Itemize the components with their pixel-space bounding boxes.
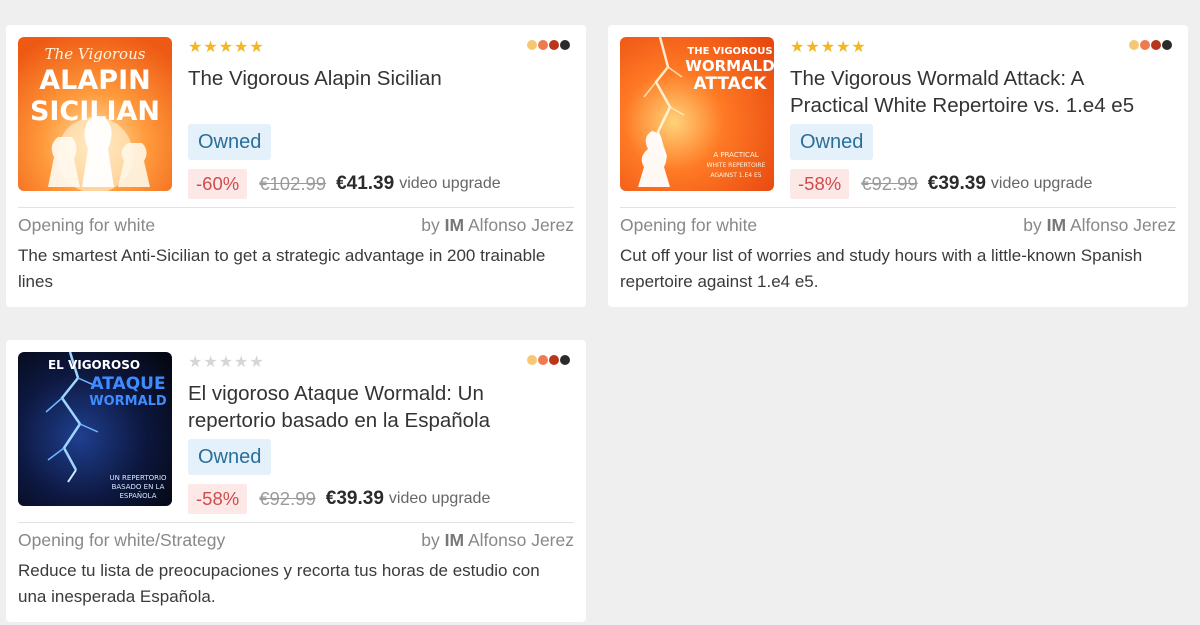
rating-stars: ★ ★ ★ ★ ★ [188,39,264,55]
author-title: IM [444,215,465,235]
cover-text: The Vigorous [45,45,146,63]
owned-badge: Owned [790,124,874,160]
cover-text: ALAPIN [39,65,150,96]
divider [18,207,574,208]
difficulty-dots [527,40,570,50]
difficulty-dot-icon [560,355,570,365]
cover-text: AGAINST 1.E4 E5 [710,172,761,179]
course-category: Opening for white/Strategy [18,530,226,550]
course-title[interactable]: The Vigorous Alapin Sicilian [188,65,558,92]
star-icon: ★ [188,352,203,371]
course-description: The smartest Anti-Sicilian to get a stra… [18,246,546,291]
cover-text: ATAQUE [90,374,165,394]
star-icon: ★ [234,37,249,56]
star-icon: ★ [805,37,820,56]
star-icon: ★ [218,37,234,56]
cover-text: WHITE REPERTOIRE [707,162,766,169]
price-row: -58% €92.99 €39.39 video upgrade [188,484,490,514]
old-price: €102.99 [259,173,327,194]
star-icon: ★ [218,352,234,371]
course-cover-image[interactable]: The Vigorous ALAPIN SICILIAN [18,37,172,191]
difficulty-dot-icon [527,40,537,50]
author-prefix: by [421,215,440,235]
star-icon: ★ [203,352,218,371]
star-icon: ★ [836,37,851,56]
difficulty-dot-icon [538,40,548,50]
owned-badge: Owned [188,124,272,160]
rating-stars: ★ ★ ★ ★ ★ [188,354,264,370]
old-price: €92.99 [861,173,918,194]
course-card[interactable]: The Vigorous ALAPIN SICILIAN ★ ★ ★ ★ ★ The V… [6,25,586,307]
star-icon: ★ [790,37,805,56]
difficulty-dot-icon [1140,40,1150,50]
difficulty-dot-icon [1162,40,1172,50]
new-price: €39.39 [927,173,986,194]
author-name[interactable]: Alfonso Jerez [1070,215,1176,235]
rating-stars: ★ ★ ★ ★ ★ [790,39,866,55]
cover-text: WORMALD [685,57,774,75]
course-title[interactable]: The Vigorous Wormald Attack: A Practical… [790,65,1160,119]
course-author[interactable]: by IM Alfonso Jerez [421,528,574,552]
author-prefix: by [1023,215,1042,235]
author-prefix: by [421,530,440,550]
new-price: €41.39 [336,173,395,194]
discount-badge: -60% [188,169,248,199]
difficulty-dot-icon [1129,40,1139,50]
cover-text: SICILIAN [30,96,160,127]
cover-text: THE VIGOROUS [687,46,772,57]
course-card[interactable]: THE VIGOROUS WORMALD ATTACK A PRACTICAL … [608,25,1188,307]
difficulty-dot-icon [549,40,559,50]
difficulty-dots [527,355,570,365]
course-description: Cut off your list of worries and study h… [620,246,1143,291]
owned-badge: Owned [188,439,272,475]
cover-text: WORMALD [89,394,167,409]
price-row: -60% €102.99 €41.39 video upgrade [188,169,501,199]
price-row: -58% €92.99 €39.39 video upgrade [790,169,1092,199]
difficulty-dot-icon [560,40,570,50]
course-author[interactable]: by IM Alfonso Jerez [421,213,574,237]
star-icon: ★ [203,37,218,56]
star-icon: ★ [188,37,203,56]
upgrade-label: video upgrade [388,490,491,507]
cover-text: ESPAÑOLA [119,491,156,500]
author-title: IM [1046,215,1067,235]
divider [620,207,1176,208]
discount-badge: -58% [790,169,850,199]
star-icon: ★ [249,37,264,56]
course-title[interactable]: El vigoroso Ataque Wormald: Un repertori… [188,380,558,434]
author-title: IM [444,530,465,550]
star-icon: ★ [234,352,249,371]
cover-text: EL VIGOROSO [48,358,140,372]
author-name[interactable]: Alfonso Jerez [468,530,574,550]
star-icon: ★ [249,352,264,371]
difficulty-dot-icon [527,355,537,365]
cover-text: BASADO EN LA [112,483,165,491]
course-description: Reduce tu lista de preocupaciones y reco… [18,561,540,606]
new-price: €39.39 [325,488,384,509]
difficulty-dot-icon [549,355,559,365]
discount-badge: -58% [188,484,248,514]
cover-text: ATTACK [694,74,768,94]
cover-text: A PRACTICAL [713,151,758,159]
old-price: €92.99 [259,488,316,509]
star-icon: ★ [820,37,836,56]
course-cover-image[interactable]: THE VIGOROUS WORMALD ATTACK A PRACTICAL … [620,37,774,191]
course-category: Opening for white [620,215,758,235]
author-name[interactable]: Alfonso Jerez [468,215,574,235]
course-card[interactable]: EL VIGOROSO ATAQUE WORMALD UN REPERTORIO… [6,340,586,622]
course-category: Opening for white [18,215,156,235]
divider [18,522,574,523]
star-icon: ★ [851,37,866,56]
cover-text: UN REPERTORIO [109,474,167,482]
difficulty-dot-icon [538,355,548,365]
upgrade-label: video upgrade [990,175,1093,192]
course-author[interactable]: by IM Alfonso Jerez [1023,213,1176,237]
difficulty-dots [1129,40,1172,50]
course-cover-image[interactable]: EL VIGOROSO ATAQUE WORMALD UN REPERTORIO… [18,352,172,506]
difficulty-dot-icon [1151,40,1161,50]
upgrade-label: video upgrade [399,175,501,192]
